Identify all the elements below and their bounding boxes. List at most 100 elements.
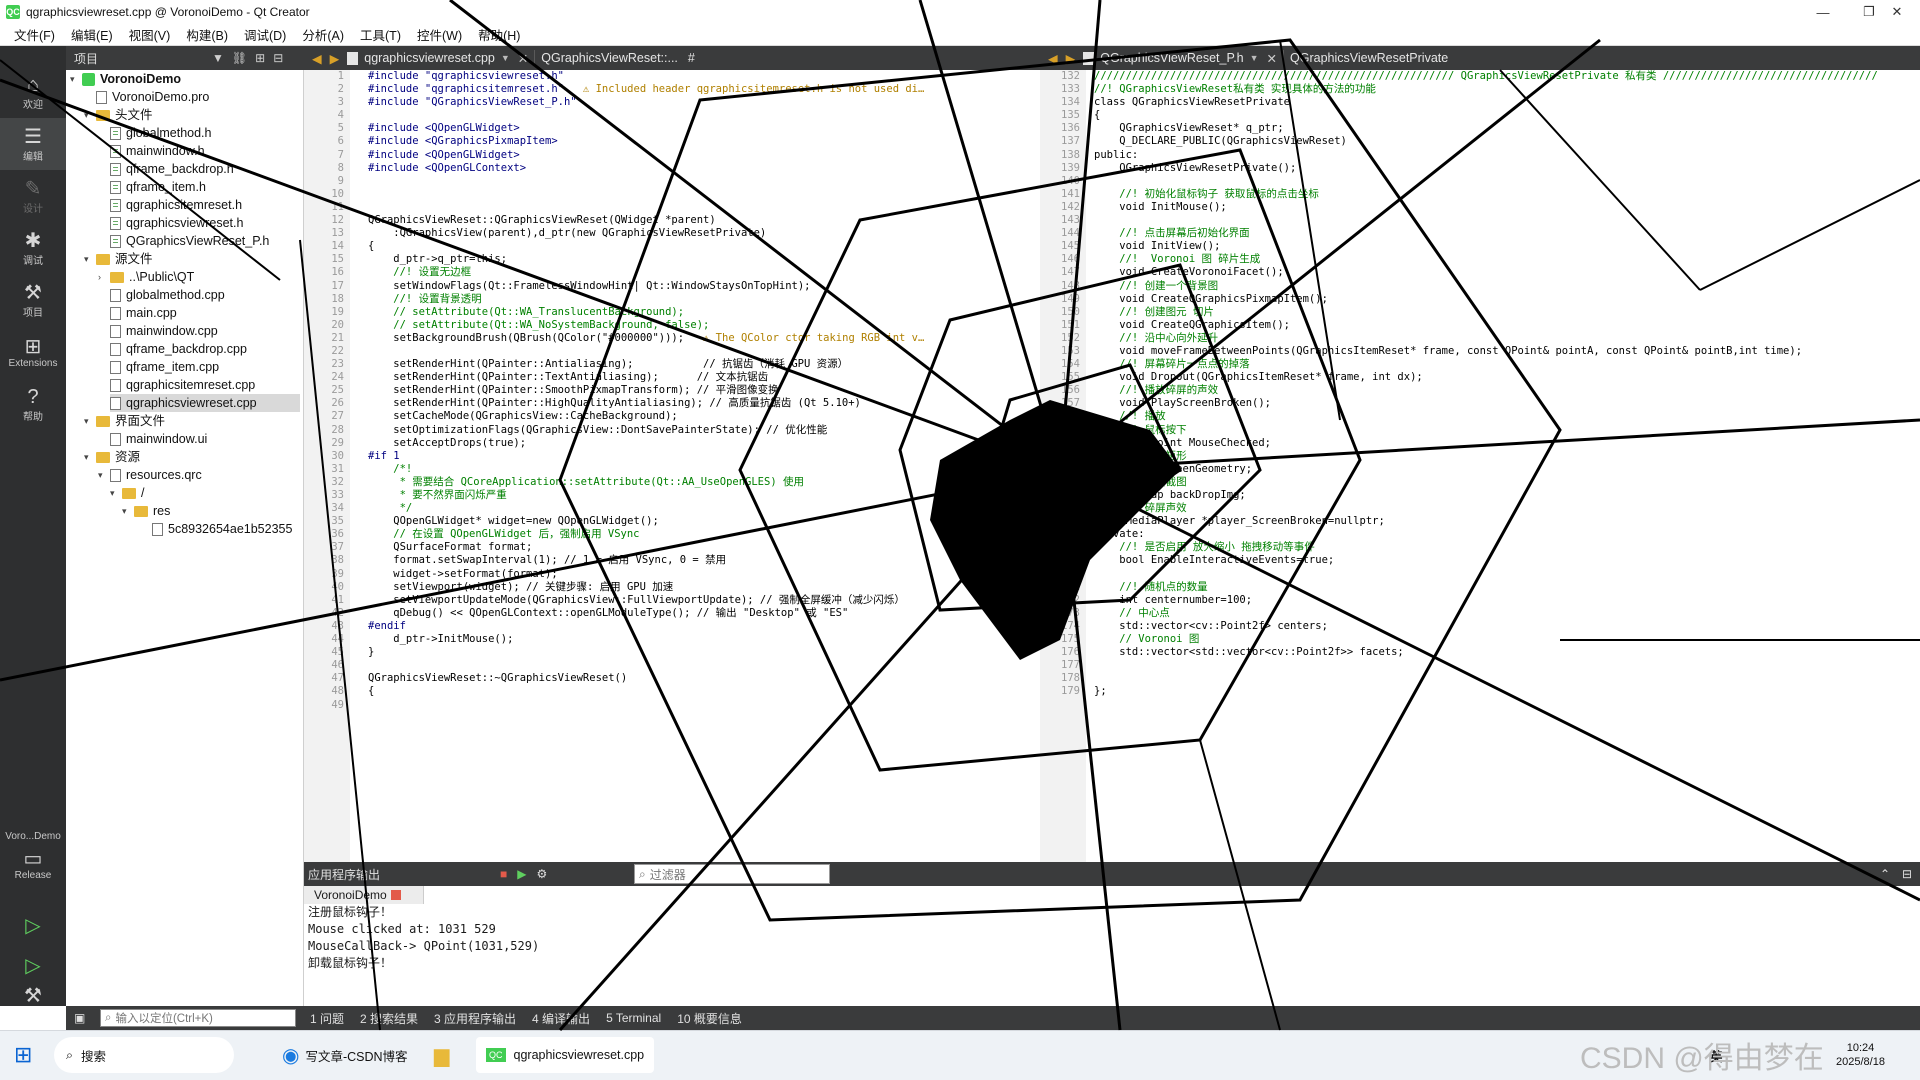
tree-item-file[interactable]: main.cpp	[110, 304, 177, 322]
mode-design[interactable]: ✎ 设计	[0, 170, 66, 222]
mode-projects[interactable]: ⚒ 项目	[0, 274, 66, 326]
warning-annotation[interactable]: ⚠ Included header qgraphicsitemreset.h i…	[564, 83, 924, 95]
mode-edit[interactable]: ☰ 编辑	[0, 118, 66, 170]
tree-item-file[interactable]: QGraphicsViewReset_P.h	[110, 232, 269, 250]
chevron-down-icon[interactable]: ▼	[1250, 53, 1259, 63]
close-document-icon[interactable]: ✕	[518, 51, 528, 66]
tree-item-forms[interactable]: ▾ 界面文件	[84, 412, 165, 430]
close-pane-icon[interactable]: ⊟	[273, 51, 283, 65]
locator-input[interactable]: ⌕ 输入以定位(Ctrl+K)	[100, 1009, 296, 1027]
line-number: 160	[1061, 436, 1080, 449]
forward-arrow-icon[interactable]: ▶	[330, 51, 340, 66]
link-icon[interactable]: ⛓	[232, 51, 247, 65]
tree-item-file[interactable]: globalmethod.h	[110, 124, 211, 142]
tree-item-file[interactable]: mainwindow.h	[110, 142, 205, 160]
tree-item-qrc[interactable]: ▾ resources.qrc	[98, 466, 202, 484]
forward-arrow-icon[interactable]: ▶	[1066, 51, 1076, 66]
tree-item-pro-file[interactable]: VoronoiDemo.pro	[96, 88, 209, 106]
left-editor-symbol-selector[interactable]: QGraphicsViewReset::...	[541, 51, 678, 65]
settings-gear-icon[interactable]: ⚙	[537, 867, 548, 881]
debug-run-button[interactable]: ▷	[0, 946, 66, 986]
tree-item-project[interactable]: ▾ VoronoiDemo	[70, 70, 181, 88]
back-arrow-icon[interactable]: ◀	[1048, 51, 1058, 66]
right-editor-file-tab[interactable]: QGraphicsViewReset_P.h	[1100, 51, 1243, 65]
rerun-icon[interactable]: ▶	[517, 867, 526, 881]
menu-debug[interactable]: 调试(D)	[236, 25, 294, 44]
tab-issues[interactable]: 1 问题	[310, 1010, 344, 1027]
output-app-tab[interactable]: VoronoiDemo	[304, 886, 424, 904]
menu-view[interactable]: 视图(V)	[121, 25, 179, 44]
line-number: 26	[331, 397, 344, 410]
back-arrow-icon[interactable]: ◀	[312, 51, 322, 66]
tree-item-resources[interactable]: ▾ 资源	[84, 448, 140, 466]
tree-item-file[interactable]: qgraphicsitemreset.h	[110, 196, 242, 214]
clock[interactable]: 10:24 2025/8/18	[1836, 1037, 1885, 1073]
tree-item-image[interactable]: 5c8932654ae1b52355	[152, 520, 292, 538]
folder-icon	[96, 451, 110, 463]
tree-item-file[interactable]: mainwindow.cpp	[110, 322, 218, 340]
taskbar-file-explorer[interactable]: ▆	[434, 1037, 449, 1073]
tree-item-headers[interactable]: ▾ 头文件	[84, 106, 153, 124]
menu-edit[interactable]: 编辑(E)	[63, 25, 121, 44]
right-editor-code[interactable]: ////////////////////////////////////////…	[1086, 70, 1920, 862]
taskbar-browser[interactable]: ◉ 写文章-CSDN博客	[282, 1037, 408, 1073]
kit-selector[interactable]: Voro...Demo ▭ Release	[0, 816, 66, 896]
minimize-button[interactable]: —	[1800, 0, 1846, 24]
output-filter-input[interactable]: ⌕ 过滤器	[634, 864, 830, 884]
code-line: #include <QOpenGLWidget>	[368, 122, 520, 135]
tree-item-file[interactable]: qframe_item.h	[110, 178, 206, 196]
menu-build[interactable]: 构建(B)	[178, 25, 236, 44]
line-number: 6	[337, 135, 344, 148]
tab-general-messages[interactable]: 10 概要信息	[677, 1010, 742, 1027]
split-icon[interactable]: ⊞	[255, 51, 265, 65]
tree-item-file-selected[interactable]: qgraphicsviewreset.cpp	[110, 394, 300, 412]
menu-help[interactable]: 帮助(H)	[470, 25, 528, 44]
left-editor-hash[interactable]: #	[688, 51, 695, 65]
left-editor-code[interactable]: #include "qgraphicsviewreset.h" #include …	[350, 70, 1040, 862]
close-button[interactable]: ✕	[1874, 0, 1920, 24]
stop-icon[interactable]: ■	[500, 867, 507, 881]
mode-help[interactable]: ? 帮助	[0, 378, 66, 430]
tree-item-file[interactable]: qframe_backdrop.h	[110, 160, 234, 178]
menu-tools[interactable]: 工具(T)	[352, 25, 409, 44]
project-view-selector[interactable]: 项目	[74, 50, 204, 67]
tree-item-file[interactable]: qframe_backdrop.cpp	[110, 340, 247, 358]
close-pane-icon[interactable]: ⊟	[1902, 867, 1912, 881]
maximize-pane-icon[interactable]: ⌃	[1880, 867, 1890, 881]
menu-file[interactable]: 文件(F)	[6, 25, 63, 44]
help-icon: ?	[27, 385, 39, 408]
warning-annotation[interactable]: ⚠ The QColor ctor taking RGB int v…	[684, 332, 924, 344]
menu-widgets[interactable]: 控件(W)	[409, 25, 470, 44]
close-tab-icon[interactable]	[390, 890, 401, 900]
tab-search-results[interactable]: 2 搜索结果	[360, 1010, 418, 1027]
taskbar-search[interactable]: ⌕ 搜索	[54, 1037, 234, 1073]
tree-item-res-folder[interactable]: ▾ res	[122, 502, 170, 520]
menu-analyze[interactable]: 分析(A)	[294, 25, 352, 44]
left-editor-file-tab[interactable]: qgraphicsviewreset.cpp	[364, 51, 495, 65]
tree-item-file[interactable]: mainwindow.ui	[110, 430, 207, 448]
close-document-icon[interactable]: ✕	[1267, 51, 1277, 66]
mode-debug[interactable]: ✱ 调试	[0, 222, 66, 274]
filter-icon[interactable]: ▼	[212, 51, 224, 65]
right-editor-symbol-selector[interactable]: QGraphicsViewResetPrivate	[1290, 51, 1448, 65]
mode-extensions[interactable]: ⊞ Extensions	[0, 326, 66, 378]
tab-terminal[interactable]: 5 Terminal	[606, 1011, 661, 1025]
mode-welcome[interactable]: ⌂ 欢迎	[0, 66, 66, 118]
tree-item-file[interactable]: qgraphicsitemreset.cpp	[110, 376, 255, 394]
tree-item-file[interactable]: globalmethod.cpp	[110, 286, 225, 304]
build-button[interactable]: ⚒	[0, 984, 66, 1008]
tree-item-file[interactable]: qgraphicsviewreset.h	[110, 214, 243, 232]
qrc-file-icon	[110, 468, 121, 482]
taskbar-qtcreator[interactable]: QC qgraphicsviewreset.cpp	[476, 1037, 655, 1073]
tree-item-root-prefix[interactable]: ▾ /	[110, 484, 144, 502]
tab-application-output[interactable]: 3 应用程序输出	[434, 1010, 516, 1027]
tree-item-public-folder[interactable]: › ..\Public\QT	[98, 268, 194, 286]
tree-item-file[interactable]: qframe_item.cpp	[110, 358, 219, 376]
tree-item-sources[interactable]: ▾ 源文件	[84, 250, 153, 268]
chevron-down-icon[interactable]: ▼	[501, 53, 510, 63]
code-line: Q_DECLARE_PUBLIC(QGraphicsViewReset)	[1094, 135, 1347, 148]
start-button[interactable]: ⊞	[14, 1037, 32, 1073]
run-button[interactable]: ▷	[0, 906, 66, 946]
tab-compile-output[interactable]: 4 编译输出	[532, 1010, 590, 1027]
